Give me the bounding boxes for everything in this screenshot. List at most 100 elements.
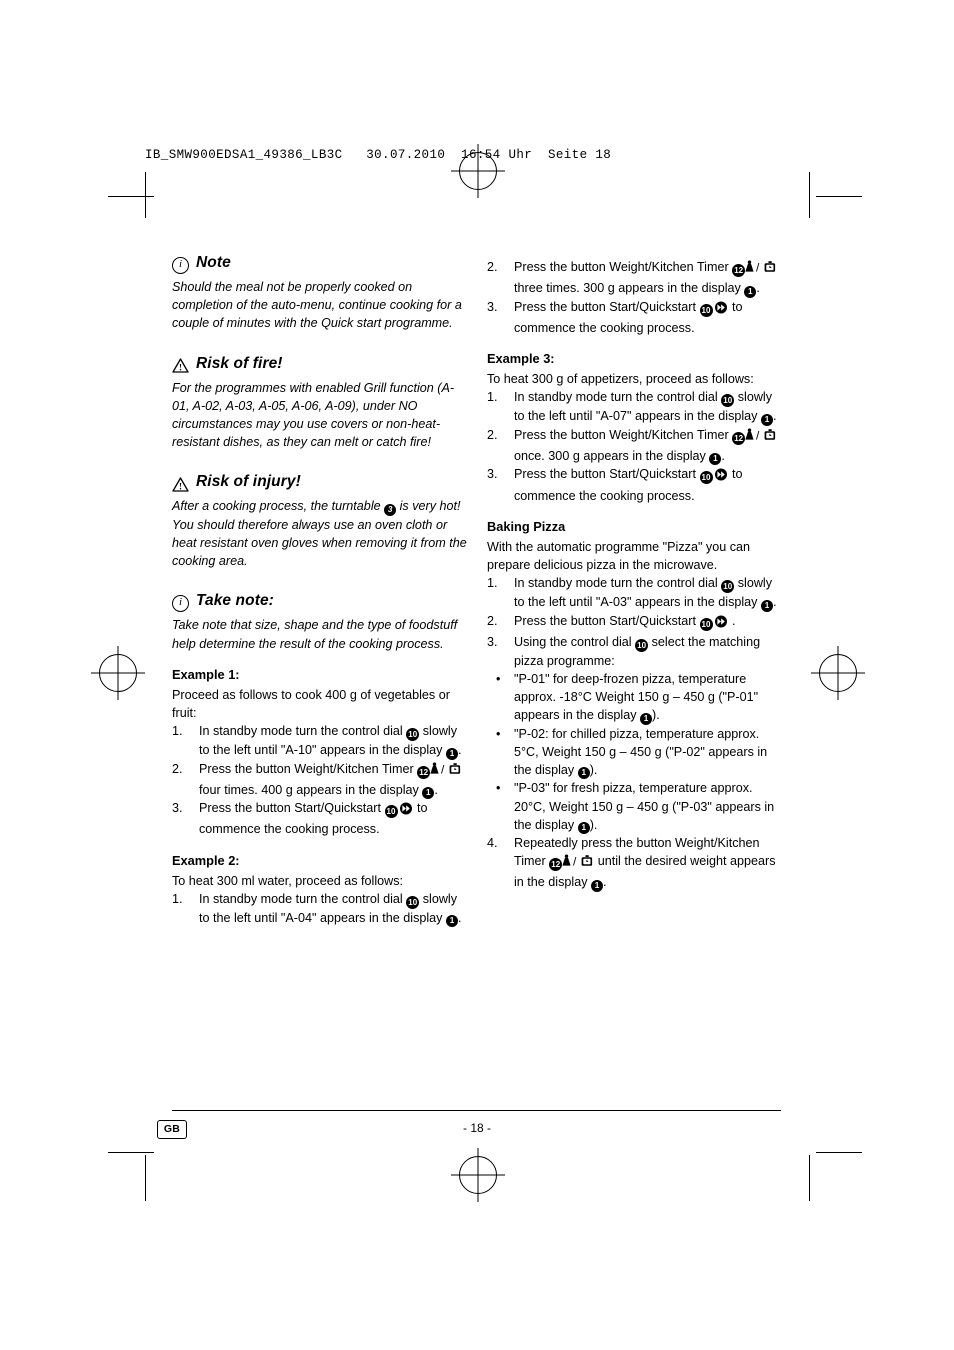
component-ref-1: 1 (577, 822, 590, 835)
component-ref-12: 12 (417, 765, 431, 779)
numbered-step: 3. Using the control dial 10 select the m… (487, 633, 782, 670)
numbered-step: 3. Press the button Start/Quickstart 10 t… (172, 799, 467, 838)
step-number: 3. (487, 299, 498, 314)
example-3-title: Example 3: (487, 350, 555, 366)
risk-of-fire-body: For the programmes with enabled Grill fu… (172, 380, 455, 450)
step-number: 2. (487, 260, 498, 274)
component-ref-1: 1 (709, 453, 722, 466)
crop-mark-top-left-h (108, 196, 154, 197)
take-note-heading: Take note: (172, 590, 467, 616)
crop-mark-top-right-v (809, 172, 810, 218)
step-text: Press the button Start/Quickstart 10 . (514, 614, 736, 631)
crop-mark-top-right-h (816, 196, 862, 197)
component-ref-1: 1 (744, 285, 757, 298)
step-text: In standby mode turn the control dial 10… (199, 724, 462, 760)
example-2-steps-continued: 2. Press the button Weight/Kitchen Timer … (487, 258, 782, 337)
warning-triangle-icon: ! (172, 477, 189, 492)
component-ref-10: 10 (721, 580, 735, 594)
registration-mark-left (99, 654, 137, 692)
risk-of-injury-body: After a cooking process, the turntable 3… (172, 497, 467, 570)
step-number: 1. (172, 724, 183, 739)
note-title: Note (196, 254, 231, 271)
step-number: 4. (487, 836, 498, 851)
baking-pizza-steps: 1. In standby mode turn the control dial … (487, 574, 782, 670)
weight-kitchen-timer-icon: / (562, 854, 594, 873)
take-note-body: Take note that size, shape and the type … (172, 618, 458, 651)
bullet-marker: • (496, 781, 501, 796)
note-heading: Note (172, 252, 467, 278)
numbered-step: 1. In standby mode turn the control dial … (487, 388, 782, 426)
crop-mark-bottom-left-h (108, 1152, 154, 1153)
registration-mark-right (819, 654, 857, 692)
component-ref-10: 10 (699, 303, 713, 317)
step-text: Press the button Weight/Kitchen Timer 12… (514, 260, 777, 298)
step-text: Press the button Weight/Kitchen Timer 12… (514, 428, 777, 466)
left-column: Note Should the meal not be properly coo… (172, 252, 467, 928)
crop-mark-bottom-right-h (816, 1152, 862, 1153)
component-ref-12: 12 (549, 858, 563, 872)
example-1-intro: Proceed as follows to cook 400 g of vege… (172, 687, 450, 721)
component-ref-10: 10 (384, 805, 398, 819)
bullet-text: "P-01" for deep-frozen pizza, temperatur… (514, 671, 759, 725)
numbered-step: 4. Repeatedly press the button Weight/Kit… (487, 834, 782, 892)
page-number: - 18 - (462, 1121, 491, 1135)
component-ref-10: 10 (699, 471, 713, 485)
step-number: 1. (172, 891, 183, 906)
crop-mark-bottom-left-v (145, 1155, 146, 1201)
bullet-item: • "P-03" for fresh pizza, temperature app… (487, 779, 782, 835)
component-ref-10: 10 (721, 394, 735, 408)
registration-mark-bottom (459, 1156, 497, 1194)
print-header: IB_SMW900EDSA1_49386_LB3C 30.07.2010 16:… (145, 148, 612, 162)
component-ref-1: 1 (640, 712, 653, 725)
quickstart-icon (713, 468, 729, 486)
svg-text:/: / (756, 261, 760, 275)
step-text: Using the control dial 10 select the mat… (514, 634, 761, 668)
crop-mark-top-left-v (145, 172, 146, 218)
step-number: 2. (487, 613, 498, 628)
component-ref-10: 10 (699, 617, 713, 631)
component-ref-1: 1 (760, 413, 773, 426)
step-number: 3. (487, 467, 498, 482)
footer-rule (172, 1110, 781, 1111)
step-number: 2. (487, 427, 498, 442)
component-ref-1: 1 (445, 747, 458, 760)
numbered-step: 2. Press the button Start/Quickstart 10 . (487, 612, 782, 633)
step-number: 3. (487, 634, 498, 649)
risk-of-fire-title: Risk of fire! (196, 354, 283, 372)
numbered-step: 2. Press the button Weight/Kitchen Timer … (487, 426, 782, 466)
step-text: Press the button Start/Quickstart 10 to … (514, 299, 743, 335)
bullet-marker: • (496, 671, 501, 686)
risk-of-fire-heading: ! Risk of fire! (172, 353, 467, 379)
example-2-title: Example 2: (172, 852, 240, 868)
pizza-programme-bullets: • "P-01" for deep-frozen pizza, temperatu… (487, 670, 782, 835)
quickstart-icon (713, 301, 729, 319)
bullet-text: "P-03" for fresh pizza, temperature appr… (514, 781, 775, 835)
svg-text:!: ! (179, 363, 182, 373)
component-ref-1: 1 (591, 879, 604, 892)
svg-text:/: / (573, 855, 577, 869)
quickstart-icon (398, 802, 414, 820)
component-ref-1: 1 (445, 915, 458, 928)
component-ref-1: 1 (577, 767, 590, 780)
take-note-title: Take note: (196, 592, 274, 610)
baking-pizza-final-step: 4. Repeatedly press the button Weight/Kit… (487, 834, 782, 892)
svg-text:/: / (441, 762, 445, 776)
weight-kitchen-timer-icon: / (745, 260, 777, 279)
example-1-title: Example 1: (172, 666, 240, 682)
weight-kitchen-timer-icon: / (745, 428, 777, 447)
component-ref-1: 1 (422, 787, 435, 800)
component-ref-1: 1 (760, 599, 773, 612)
bullet-item: • "P-02: for chilled pizza, temperature a… (487, 725, 782, 780)
risk-of-injury-title: Risk of injury! (196, 473, 301, 491)
quickstart-icon (713, 615, 729, 633)
baking-pizza-intro: With the automatic programme "Pizza" you… (487, 539, 751, 573)
document-page: IB_SMW900EDSA1_49386_LB3C 30.07.2010 16:… (0, 0, 954, 1350)
step-number: 1. (487, 390, 498, 405)
step-number: 1. (487, 576, 498, 591)
example-3-steps: 1. In standby mode turn the control dial … (487, 388, 782, 504)
info-icon (172, 256, 189, 274)
step-text: Repeatedly press the button Weight/Kitch… (514, 836, 776, 892)
ref-turntable: 3 (384, 503, 397, 516)
step-number: 2. (172, 761, 183, 776)
crop-mark-bottom-right-v (809, 1155, 810, 1201)
